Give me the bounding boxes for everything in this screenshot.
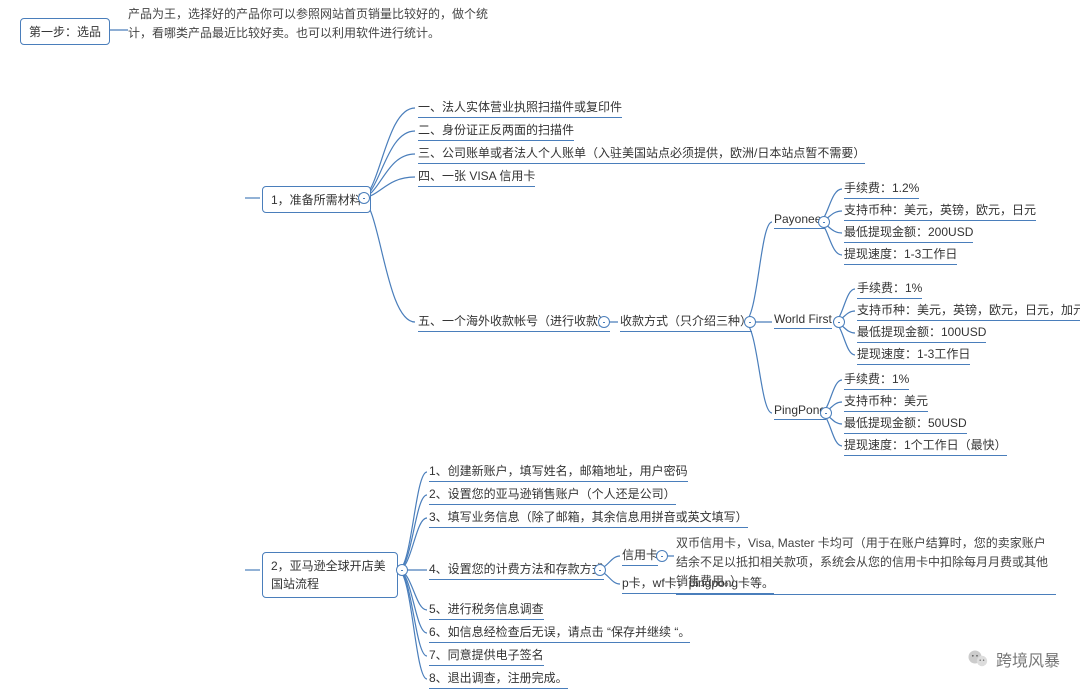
- payoneer-speed: 提现速度：1-3工作日: [844, 245, 957, 265]
- expand-icon[interactable]: [598, 316, 610, 328]
- expand-icon[interactable]: [820, 407, 832, 419]
- us-flow-step-1: 1、创建新账户，填写姓名，邮箱地址，用户密码: [429, 462, 688, 482]
- watermark: 跨境风暴: [966, 647, 1060, 671]
- us-flow-step-8: 8、退出调查，注册完成。: [429, 669, 568, 689]
- payoneer-fee: 手续费：1.2%: [844, 179, 919, 199]
- worldfirst-speed: 提现速度：1-3工作日: [857, 345, 970, 365]
- wechat-icon: [966, 647, 990, 671]
- provider-pingpong[interactable]: PingPong: [774, 403, 826, 420]
- us-flow-node[interactable]: 2，亚马逊全球开店美国站流程: [262, 552, 398, 598]
- expand-icon[interactable]: [594, 564, 606, 576]
- us-flow-step4-cc: 信用卡: [622, 546, 658, 566]
- pingpong-currencies: 支持币种：美元: [844, 392, 928, 412]
- material-item-5: 五、一个海外收款帐号（进行收款）: [418, 312, 610, 332]
- provider-worldfirst[interactable]: World First: [774, 312, 832, 329]
- worldfirst-min: 最低提现金额：100USD: [857, 323, 986, 343]
- pingpong-min: 最低提现金额：50USD: [844, 414, 967, 434]
- payoneer-currencies: 支持币种：美元，英镑，欧元，日元: [844, 201, 1036, 221]
- worldfirst-currencies: 支持币种：美元，英镑，欧元，日元，加元(币种最多): [857, 301, 1080, 321]
- expand-icon[interactable]: [744, 316, 756, 328]
- us-flow-step-5: 5、进行税务信息调查: [429, 600, 544, 620]
- expand-icon[interactable]: [833, 316, 845, 328]
- material-item-2: 二、身份证正反两面的扫描件: [418, 121, 574, 141]
- payoneer-min: 最低提现金额：200USD: [844, 223, 973, 243]
- material-item-1: 一、法人实体营业执照扫描件或复印件: [418, 98, 622, 118]
- pingpong-fee: 手续费：1%: [844, 370, 909, 390]
- expand-icon[interactable]: [358, 192, 370, 204]
- materials-node[interactable]: 1，准备所需材料: [262, 186, 371, 213]
- us-flow-step-6: 6、如信息经检查后无误，请点击 “保存并继续 “。: [429, 623, 690, 643]
- pingpong-speed: 提现速度：1个工作日（最快）: [844, 436, 1007, 456]
- us-flow-step-7: 7、同意提供电子签名: [429, 646, 544, 666]
- material-item-3: 三、公司账单或者法人个人账单（入驻美国站点必须提供，欧洲/日本站点暂不需要）: [418, 144, 865, 164]
- us-flow-step4-pcard: p卡，wf卡，pingpong卡等。: [622, 574, 774, 594]
- us-flow-step-2: 2、设置您的亚马逊销售账户（个人还是公司）: [429, 485, 676, 505]
- watermark-text: 跨境风暴: [996, 647, 1060, 671]
- expand-icon[interactable]: [818, 216, 830, 228]
- us-flow-step-4: 4、设置您的计费方法和存款方式: [429, 560, 604, 580]
- expand-icon[interactable]: [396, 564, 408, 576]
- material-item-4: 四、一张 VISA 信用卡: [418, 167, 535, 187]
- step1-node[interactable]: 第一步：选品: [20, 18, 110, 45]
- payment-methods-node[interactable]: 收款方式（只介绍三种）: [620, 312, 752, 332]
- us-flow-step-3: 3、填写业务信息（除了邮箱，其余信息用拼音或英文填写）: [429, 508, 748, 528]
- step1-desc: 产品为王，选择好的产品你可以参照网站首页销量比较好的，做个统计，看哪类产品最近比…: [128, 5, 488, 43]
- expand-icon[interactable]: [656, 550, 668, 562]
- worldfirst-fee: 手续费：1%: [857, 279, 922, 299]
